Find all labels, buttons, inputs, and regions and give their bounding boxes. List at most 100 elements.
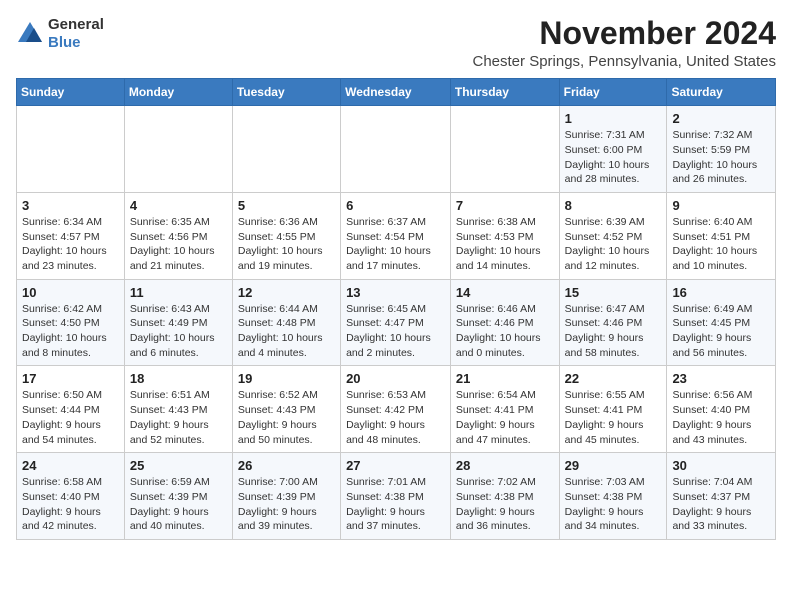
day-detail: Sunrise: 7:31 AM Sunset: 6:00 PM Dayligh… bbox=[565, 128, 662, 187]
day-number: 2 bbox=[672, 111, 770, 126]
day-number: 17 bbox=[22, 371, 119, 386]
location-title: Chester Springs, Pennsylvania, United St… bbox=[473, 53, 777, 70]
day-number: 20 bbox=[346, 371, 445, 386]
calendar-cell bbox=[17, 106, 125, 193]
calendar-cell: 30 Sunrise: 7:04 AM Sunset: 4:37 PM Dayli… bbox=[667, 453, 776, 540]
calendar-cell: 20Sunrise: 6:53 AM Sunset: 4:42 PM Dayli… bbox=[341, 366, 451, 453]
calendar-cell: 15 Sunrise: 6:47 AM Sunset: 4:46 PM Dayli… bbox=[559, 279, 667, 366]
day-number: 16 bbox=[672, 285, 770, 300]
weekday-header-thursday: Thursday bbox=[450, 79, 559, 106]
day-detail: Sunrise: 6:47 AM Sunset: 4:46 PM Dayligh… bbox=[565, 302, 662, 361]
calendar-cell bbox=[232, 106, 340, 193]
calendar-cell bbox=[124, 106, 232, 193]
calendar-cell: 21 Sunrise: 6:54 AM Sunset: 4:41 PM Dayli… bbox=[450, 366, 559, 453]
logo-icon bbox=[16, 20, 44, 48]
month-title: November 2024 bbox=[473, 16, 777, 51]
day-detail: Sunrise: 7:01 AM Sunset: 4:38 PM Dayligh… bbox=[346, 475, 445, 534]
calendar: SundayMondayTuesdayWednesdayThursdayFrid… bbox=[16, 78, 776, 540]
calendar-cell: 7Sunrise: 6:38 AM Sunset: 4:53 PM Daylig… bbox=[450, 192, 559, 279]
calendar-cell: 13Sunrise: 6:45 AM Sunset: 4:47 PM Dayli… bbox=[341, 279, 451, 366]
day-number: 15 bbox=[565, 285, 662, 300]
day-number: 12 bbox=[238, 285, 335, 300]
calendar-cell bbox=[341, 106, 451, 193]
day-detail: Sunrise: 6:38 AM Sunset: 4:53 PM Dayligh… bbox=[456, 215, 554, 274]
day-number: 24 bbox=[22, 458, 119, 473]
day-number: 10 bbox=[22, 285, 119, 300]
calendar-header-row: SundayMondayTuesdayWednesdayThursdayFrid… bbox=[17, 79, 776, 106]
day-detail: Sunrise: 6:52 AM Sunset: 4:43 PM Dayligh… bbox=[238, 388, 335, 447]
calendar-cell: 10 Sunrise: 6:42 AM Sunset: 4:50 PM Dayli… bbox=[17, 279, 125, 366]
calendar-cell: 19 Sunrise: 6:52 AM Sunset: 4:43 PM Dayli… bbox=[232, 366, 340, 453]
calendar-cell: 27Sunrise: 7:01 AM Sunset: 4:38 PM Dayli… bbox=[341, 453, 451, 540]
day-number: 1 bbox=[565, 111, 662, 126]
week-row-4: 24 Sunrise: 6:58 AM Sunset: 4:40 PM Dayli… bbox=[17, 453, 776, 540]
day-number: 8 bbox=[565, 198, 662, 213]
logo-text: General Blue bbox=[48, 16, 104, 52]
calendar-cell bbox=[450, 106, 559, 193]
header: General Blue November 2024 Chester Sprin… bbox=[16, 16, 776, 70]
day-detail: Sunrise: 7:02 AM Sunset: 4:38 PM Dayligh… bbox=[456, 475, 554, 534]
logo: General Blue bbox=[16, 16, 104, 52]
calendar-cell: 1 Sunrise: 7:31 AM Sunset: 6:00 PM Daylig… bbox=[559, 106, 667, 193]
day-detail: Sunrise: 6:37 AM Sunset: 4:54 PM Dayligh… bbox=[346, 215, 445, 274]
weekday-header-saturday: Saturday bbox=[667, 79, 776, 106]
day-detail: Sunrise: 6:58 AM Sunset: 4:40 PM Dayligh… bbox=[22, 475, 119, 534]
calendar-cell: 12 Sunrise: 6:44 AM Sunset: 4:48 PM Dayli… bbox=[232, 279, 340, 366]
day-number: 9 bbox=[672, 198, 770, 213]
calendar-cell: 14 Sunrise: 6:46 AM Sunset: 4:46 PM Dayli… bbox=[450, 279, 559, 366]
calendar-cell: 17 Sunrise: 6:50 AM Sunset: 4:44 PM Dayli… bbox=[17, 366, 125, 453]
week-row-2: 10 Sunrise: 6:42 AM Sunset: 4:50 PM Dayli… bbox=[17, 279, 776, 366]
calendar-cell: 9 Sunrise: 6:40 AM Sunset: 4:51 PM Daylig… bbox=[667, 192, 776, 279]
day-detail: Sunrise: 6:54 AM Sunset: 4:41 PM Dayligh… bbox=[456, 388, 554, 447]
day-detail: Sunrise: 6:36 AM Sunset: 4:55 PM Dayligh… bbox=[238, 215, 335, 274]
weekday-header-friday: Friday bbox=[559, 79, 667, 106]
weekday-header-wednesday: Wednesday bbox=[341, 79, 451, 106]
day-detail: Sunrise: 6:49 AM Sunset: 4:45 PM Dayligh… bbox=[672, 302, 770, 361]
calendar-cell: 11Sunrise: 6:43 AM Sunset: 4:49 PM Dayli… bbox=[124, 279, 232, 366]
day-number: 28 bbox=[456, 458, 554, 473]
day-number: 23 bbox=[672, 371, 770, 386]
calendar-cell: 16 Sunrise: 6:49 AM Sunset: 4:45 PM Dayli… bbox=[667, 279, 776, 366]
calendar-cell: 4 Sunrise: 6:35 AM Sunset: 4:56 PM Daylig… bbox=[124, 192, 232, 279]
weekday-header-tuesday: Tuesday bbox=[232, 79, 340, 106]
day-detail: Sunrise: 6:59 AM Sunset: 4:39 PM Dayligh… bbox=[130, 475, 227, 534]
day-number: 4 bbox=[130, 198, 227, 213]
calendar-cell: 28 Sunrise: 7:02 AM Sunset: 4:38 PM Dayli… bbox=[450, 453, 559, 540]
day-detail: Sunrise: 7:32 AM Sunset: 5:59 PM Dayligh… bbox=[672, 128, 770, 187]
calendar-cell: 18Sunrise: 6:51 AM Sunset: 4:43 PM Dayli… bbox=[124, 366, 232, 453]
day-detail: Sunrise: 6:56 AM Sunset: 4:40 PM Dayligh… bbox=[672, 388, 770, 447]
day-detail: Sunrise: 6:50 AM Sunset: 4:44 PM Dayligh… bbox=[22, 388, 119, 447]
calendar-cell: 5Sunrise: 6:36 AM Sunset: 4:55 PM Daylig… bbox=[232, 192, 340, 279]
day-detail: Sunrise: 7:00 AM Sunset: 4:39 PM Dayligh… bbox=[238, 475, 335, 534]
calendar-cell: 29Sunrise: 7:03 AM Sunset: 4:38 PM Dayli… bbox=[559, 453, 667, 540]
day-number: 13 bbox=[346, 285, 445, 300]
calendar-cell: 3Sunrise: 6:34 AM Sunset: 4:57 PM Daylig… bbox=[17, 192, 125, 279]
day-number: 3 bbox=[22, 198, 119, 213]
week-row-3: 17 Sunrise: 6:50 AM Sunset: 4:44 PM Dayli… bbox=[17, 366, 776, 453]
day-number: 18 bbox=[130, 371, 227, 386]
day-detail: Sunrise: 6:40 AM Sunset: 4:51 PM Dayligh… bbox=[672, 215, 770, 274]
day-number: 30 bbox=[672, 458, 770, 473]
day-detail: Sunrise: 6:44 AM Sunset: 4:48 PM Dayligh… bbox=[238, 302, 335, 361]
logo-general: General bbox=[48, 16, 104, 34]
logo-blue: Blue bbox=[48, 34, 104, 52]
day-detail: Sunrise: 6:46 AM Sunset: 4:46 PM Dayligh… bbox=[456, 302, 554, 361]
day-detail: Sunrise: 6:35 AM Sunset: 4:56 PM Dayligh… bbox=[130, 215, 227, 274]
calendar-cell: 22Sunrise: 6:55 AM Sunset: 4:41 PM Dayli… bbox=[559, 366, 667, 453]
day-number: 26 bbox=[238, 458, 335, 473]
day-detail: Sunrise: 6:39 AM Sunset: 4:52 PM Dayligh… bbox=[565, 215, 662, 274]
day-number: 11 bbox=[130, 285, 227, 300]
day-number: 14 bbox=[456, 285, 554, 300]
calendar-cell: 2 Sunrise: 7:32 AM Sunset: 5:59 PM Daylig… bbox=[667, 106, 776, 193]
day-number: 21 bbox=[456, 371, 554, 386]
weekday-header-monday: Monday bbox=[124, 79, 232, 106]
week-row-0: 1 Sunrise: 7:31 AM Sunset: 6:00 PM Daylig… bbox=[17, 106, 776, 193]
day-detail: Sunrise: 6:55 AM Sunset: 4:41 PM Dayligh… bbox=[565, 388, 662, 447]
day-number: 6 bbox=[346, 198, 445, 213]
day-detail: Sunrise: 6:42 AM Sunset: 4:50 PM Dayligh… bbox=[22, 302, 119, 361]
calendar-cell: 23 Sunrise: 6:56 AM Sunset: 4:40 PM Dayli… bbox=[667, 366, 776, 453]
day-detail: Sunrise: 7:04 AM Sunset: 4:37 PM Dayligh… bbox=[672, 475, 770, 534]
day-number: 25 bbox=[130, 458, 227, 473]
calendar-cell: 26 Sunrise: 7:00 AM Sunset: 4:39 PM Dayli… bbox=[232, 453, 340, 540]
day-number: 19 bbox=[238, 371, 335, 386]
